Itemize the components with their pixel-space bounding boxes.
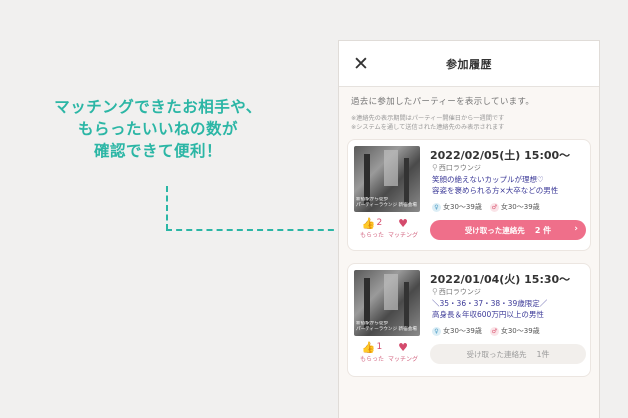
age-range-male: 女30〜39歳 bbox=[500, 203, 540, 211]
matching-label: マッチング bbox=[388, 356, 419, 363]
age-ranges: ♀ 女30〜39歳 ♂ 女30〜39歳 bbox=[432, 326, 548, 336]
heart-icon: ♥ bbox=[398, 217, 408, 230]
contacts-count: 2 件 bbox=[534, 225, 552, 235]
received-contacts-button[interactable]: 受け取った連絡先 1件 bbox=[430, 344, 586, 364]
party-card[interactable]: 新宿駅から徒歩 パーティーラウンジ 新宿会場 2022/01/04(火) 15:… bbox=[347, 263, 591, 377]
annotation-connector-horizontal bbox=[166, 229, 344, 231]
party-venue: ⚲西口ラウンジ bbox=[432, 163, 481, 173]
heart-icon: ♥ bbox=[398, 341, 408, 354]
intro: 過去に参加したパーティーを表示しています。 ※連絡先の表示期間はパーティー開催日… bbox=[339, 87, 599, 132]
thumbs-up-icon: 👍 bbox=[361, 217, 376, 230]
description-line-1: 笑顔の絶えないカップルが理想♡ bbox=[432, 175, 544, 184]
button-label: 受け取った連絡先 bbox=[466, 349, 527, 359]
intro-note-2: ※システムを通して送信された連絡先のみ表示されます bbox=[351, 124, 505, 131]
likes-label: もらった bbox=[360, 232, 385, 239]
venue-name: 西口ラウンジ bbox=[438, 288, 481, 296]
intro-note-1: ※連絡先の表示期間はパーティー開催日から一週間です bbox=[351, 115, 505, 122]
page-title: 参加履歴 bbox=[446, 57, 492, 71]
description-line-2: 容姿を褒められる方×大卒などの男性 bbox=[432, 186, 559, 195]
party-description: 笑顔の絶えないカップルが理想♡ 容姿を褒められる方×大卒などの男性 bbox=[432, 174, 588, 196]
location-pin-icon: ⚲ bbox=[432, 287, 438, 296]
likes-received[interactable]: 👍2 もらった bbox=[360, 217, 385, 240]
history-screen: ✕ 参加履歴 過去に参加したパーティーを表示しています。 ※連絡先の表示期間はパ… bbox=[338, 40, 600, 418]
party-thumbnail: 新宿駅から徒歩 パーティーラウンジ 新宿会場 bbox=[354, 270, 420, 336]
contacts-count: 1件 bbox=[536, 349, 550, 359]
annotation-line-3: 確認できて便利！ bbox=[93, 142, 222, 160]
location-pin-icon: ⚲ bbox=[432, 163, 438, 172]
age-range-female: 女30〜39歳 bbox=[443, 327, 482, 335]
thumbnail-caption-2: パーティーラウンジ 新宿会場 bbox=[356, 203, 417, 208]
description-line-1: ＼35・36・37・38・39歳限定／ bbox=[432, 299, 548, 308]
party-date: 2022/01/04(火) 15:30〜 bbox=[430, 273, 571, 286]
close-icon[interactable]: ✕ bbox=[351, 54, 371, 74]
intro-text: 過去に参加したパーティーを表示しています。 bbox=[351, 97, 535, 107]
annotation-connector-vertical bbox=[166, 186, 168, 230]
age-ranges: ♀ 女30〜39歳 ♂ 女30〜39歳 bbox=[432, 202, 548, 212]
thumbs-up-icon: 👍 bbox=[361, 341, 376, 354]
feature-annotation: マッチングできたお相手や、 もらったいいねの数が 確認できて便利！ bbox=[38, 96, 278, 162]
likes-count: 2 bbox=[376, 218, 383, 228]
male-icon: ♂ bbox=[489, 326, 499, 336]
age-range-female: 女30〜39歳 bbox=[443, 203, 482, 211]
chevron-right-icon: › bbox=[574, 224, 578, 234]
age-range-male: 女30〜39歳 bbox=[500, 327, 540, 335]
description-line-2: 高身長＆年収600万円以上の男性 bbox=[432, 310, 544, 319]
party-card[interactable]: 新宿駅から徒歩 パーティーラウンジ 新宿会場 2022/02/05(土) 15:… bbox=[347, 139, 591, 251]
thumbnail-caption-2: パーティーラウンジ 新宿会場 bbox=[356, 327, 417, 332]
received-contacts-button[interactable]: 受け取った連絡先 2 件 › bbox=[430, 220, 586, 240]
party-description: ＼35・36・37・38・39歳限定／ 高身長＆年収600万円以上の男性 bbox=[432, 298, 588, 320]
party-thumbnail: 新宿駅から徒歩 パーティーラウンジ 新宿会場 bbox=[354, 146, 420, 212]
matching[interactable]: ♥ マッチング bbox=[388, 217, 419, 240]
male-icon: ♂ bbox=[489, 202, 499, 212]
likes-label: もらった bbox=[360, 356, 385, 363]
likes-received[interactable]: 👍1 もらった bbox=[360, 341, 385, 364]
likes-count: 1 bbox=[376, 342, 383, 352]
annotation-line-1: マッチングできたお相手や、 bbox=[54, 98, 262, 116]
female-icon: ♀ bbox=[432, 326, 441, 336]
party-date: 2022/02/05(土) 15:00〜 bbox=[430, 149, 571, 162]
header: ✕ 参加履歴 bbox=[339, 41, 599, 87]
party-venue: ⚲西口ラウンジ bbox=[432, 287, 481, 297]
venue-name: 西口ラウンジ bbox=[438, 164, 481, 172]
annotation-line-2: もらったいいねの数が bbox=[77, 120, 238, 138]
female-icon: ♀ bbox=[432, 202, 441, 212]
matching[interactable]: ♥ マッチング bbox=[388, 341, 419, 364]
matching-label: マッチング bbox=[388, 232, 419, 239]
button-label: 受け取った連絡先 bbox=[464, 225, 525, 235]
